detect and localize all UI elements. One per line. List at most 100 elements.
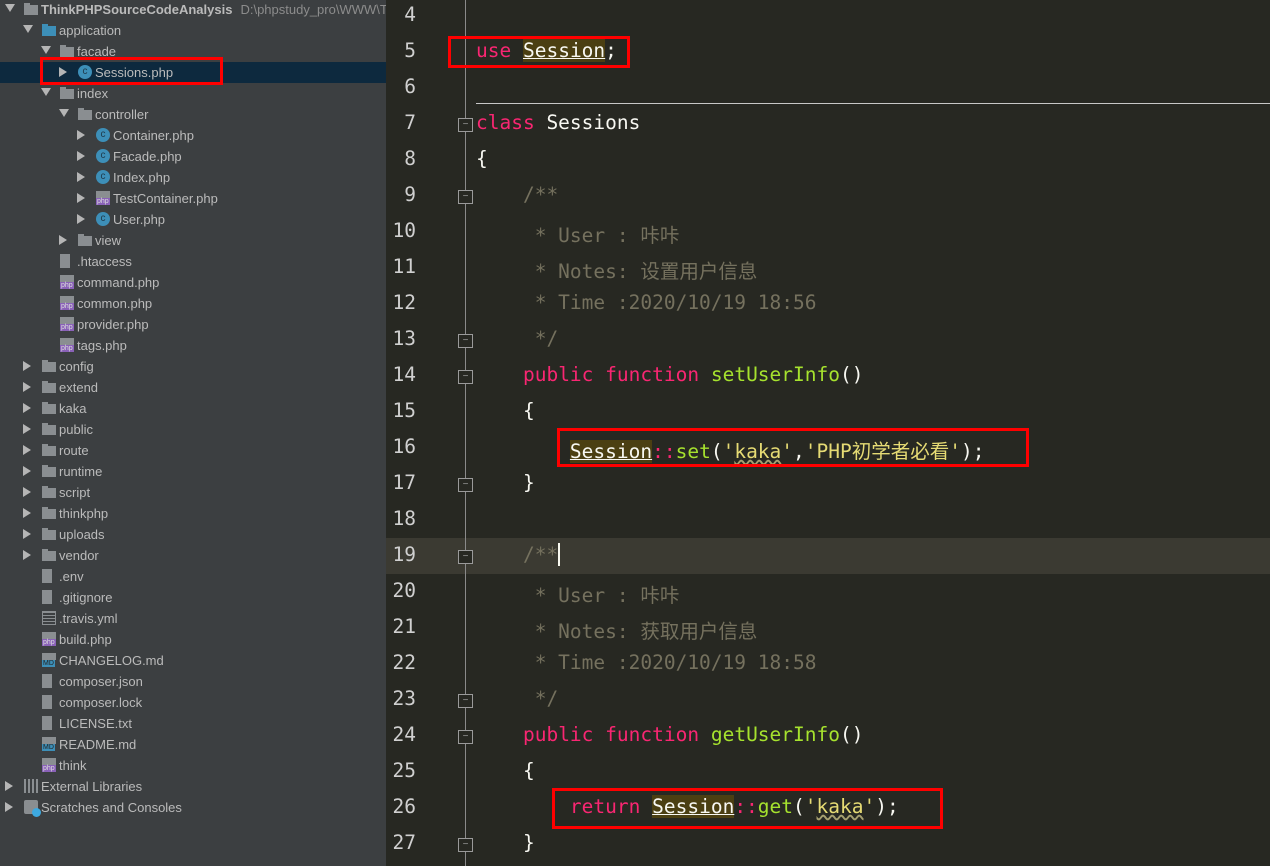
code-line[interactable]: 18: [386, 502, 1270, 538]
chevron-right-icon[interactable]: [77, 151, 85, 161]
chevron-right-icon[interactable]: [23, 361, 31, 371]
chevron-right-icon[interactable]: [5, 802, 13, 812]
code-line[interactable]: 10 * User : 咔咔: [386, 214, 1270, 250]
fold-marker-icon[interactable]: −: [458, 838, 473, 852]
tree-item-label: vendor: [59, 548, 99, 563]
code-line[interactable]: 14 public function setUserInfo(): [386, 358, 1270, 394]
code-line[interactable]: 22 * Time :2020/10/19 18:58: [386, 646, 1270, 682]
chevron-right-icon[interactable]: [77, 172, 85, 182]
code-line[interactable]: 13 */: [386, 322, 1270, 358]
tree-item[interactable]: TestContainer.php: [0, 188, 386, 209]
tree-item[interactable]: route: [0, 440, 386, 461]
chevron-down-icon[interactable]: [23, 25, 33, 33]
project-path: D:\phpstudy_pro\WWW\Th: [240, 2, 386, 17]
chevron-down-icon[interactable]: [41, 46, 51, 54]
class-icon: c: [96, 170, 110, 184]
fold-marker-icon[interactable]: −: [458, 370, 473, 384]
tree-item[interactable]: .travis.yml: [0, 608, 386, 629]
chevron-right-icon[interactable]: [23, 424, 31, 434]
code-line[interactable]: 7 class Sessions: [386, 106, 1270, 142]
tree-item[interactable]: LICENSE.txt: [0, 713, 386, 734]
line-number: 5: [404, 39, 416, 62]
fold-marker-icon[interactable]: −: [458, 118, 473, 132]
code-line[interactable]: 6: [386, 70, 1270, 106]
code-line[interactable]: 27 }: [386, 826, 1270, 862]
code-line[interactable]: 21 * Notes: 获取用户信息: [386, 610, 1270, 646]
tree-item[interactable]: composer.lock: [0, 692, 386, 713]
code-token: {: [476, 147, 488, 170]
code-line[interactable]: 19 /**: [386, 538, 1270, 574]
tree-item[interactable]: script: [0, 482, 386, 503]
fold-marker-icon[interactable]: −: [458, 550, 473, 564]
fold-marker-icon[interactable]: −: [458, 694, 473, 708]
tree-item[interactable]: provider.php: [0, 314, 386, 335]
tree-item[interactable]: command.php: [0, 272, 386, 293]
chevron-right-icon[interactable]: [23, 445, 31, 455]
code-line[interactable]: 11 * Notes: 设置用户信息: [386, 250, 1270, 286]
tree-item[interactable]: tags.php: [0, 335, 386, 356]
chevron-down-icon[interactable]: [5, 4, 15, 12]
chevron-down-icon[interactable]: [59, 109, 69, 117]
line-number: 12: [392, 291, 416, 314]
tree-item[interactable]: uploads: [0, 524, 386, 545]
code-line[interactable]: 15 {: [386, 394, 1270, 430]
chevron-right-icon[interactable]: [23, 487, 31, 497]
tree-item[interactable]: runtime: [0, 461, 386, 482]
tree-item[interactable]: .htaccess: [0, 251, 386, 272]
chevron-right-icon[interactable]: [23, 466, 31, 476]
chevron-right-icon[interactable]: [77, 214, 85, 224]
code-line[interactable]: 12 * Time :2020/10/19 18:56: [386, 286, 1270, 322]
chevron-right-icon[interactable]: [23, 403, 31, 413]
chevron-right-icon[interactable]: [77, 193, 85, 203]
tree-item[interactable]: c Container.php: [0, 125, 386, 146]
tree-item[interactable]: extend: [0, 377, 386, 398]
chevron-right-icon[interactable]: [23, 508, 31, 518]
tree-item[interactable]: c Index.php: [0, 167, 386, 188]
tree-item[interactable]: External Libraries: [0, 776, 386, 797]
chevron-right-icon[interactable]: [77, 130, 85, 140]
chevron-right-icon[interactable]: [59, 235, 67, 245]
code-line[interactable]: 17 }: [386, 466, 1270, 502]
fold-marker-icon[interactable]: −: [458, 190, 473, 204]
tree-item[interactable]: c Facade.php: [0, 146, 386, 167]
tree-item[interactable]: Scratches and Consoles: [0, 797, 386, 818]
code-line[interactable]: 20 * User : 咔咔: [386, 574, 1270, 610]
tree-item[interactable]: thinkphp: [0, 503, 386, 524]
tree-item[interactable]: .gitignore: [0, 587, 386, 608]
tree-item[interactable]: vendor: [0, 545, 386, 566]
code-line[interactable]: 8{: [386, 142, 1270, 178]
tree-item[interactable]: think: [0, 755, 386, 776]
tree-item[interactable]: public: [0, 419, 386, 440]
fold-marker-icon[interactable]: −: [458, 730, 473, 744]
chevron-right-icon[interactable]: [5, 781, 13, 791]
tree-item[interactable]: view: [0, 230, 386, 251]
line-number: 26: [392, 795, 416, 818]
tree-item[interactable]: README.md: [0, 734, 386, 755]
code-line[interactable]: 25 {: [386, 754, 1270, 790]
tree-item[interactable]: .env: [0, 566, 386, 587]
chevron-right-icon[interactable]: [23, 550, 31, 560]
tree-item[interactable]: controller: [0, 104, 386, 125]
tree-item[interactable]: CHANGELOG.md: [0, 650, 386, 671]
tree-item[interactable]: index: [0, 83, 386, 104]
chevron-down-icon[interactable]: [41, 88, 51, 96]
tree-item-label: TestContainer.php: [113, 191, 218, 206]
tree-item[interactable]: composer.json: [0, 671, 386, 692]
chevron-right-icon[interactable]: [23, 529, 31, 539]
tree-item[interactable]: build.php: [0, 629, 386, 650]
chevron-right-icon[interactable]: [23, 382, 31, 392]
fold-marker-icon[interactable]: −: [458, 478, 473, 492]
fold-marker-icon[interactable]: −: [458, 334, 473, 348]
code-line[interactable]: 4: [386, 0, 1270, 34]
tree-item[interactable]: c User.php: [0, 209, 386, 230]
tree-item[interactable]: ThinkPHPSourceCodeAnalysis D:\phpstudy_pr…: [0, 0, 386, 20]
tree-item[interactable]: common.php: [0, 293, 386, 314]
code-text: {: [476, 759, 535, 782]
folder-icon: [78, 108, 92, 120]
tree-item[interactable]: application: [0, 20, 386, 41]
code-line[interactable]: 24 public function getUserInfo(): [386, 718, 1270, 754]
tree-item[interactable]: config: [0, 356, 386, 377]
tree-item[interactable]: kaka: [0, 398, 386, 419]
code-line[interactable]: 9 /**: [386, 178, 1270, 214]
code-line[interactable]: 23 */: [386, 682, 1270, 718]
